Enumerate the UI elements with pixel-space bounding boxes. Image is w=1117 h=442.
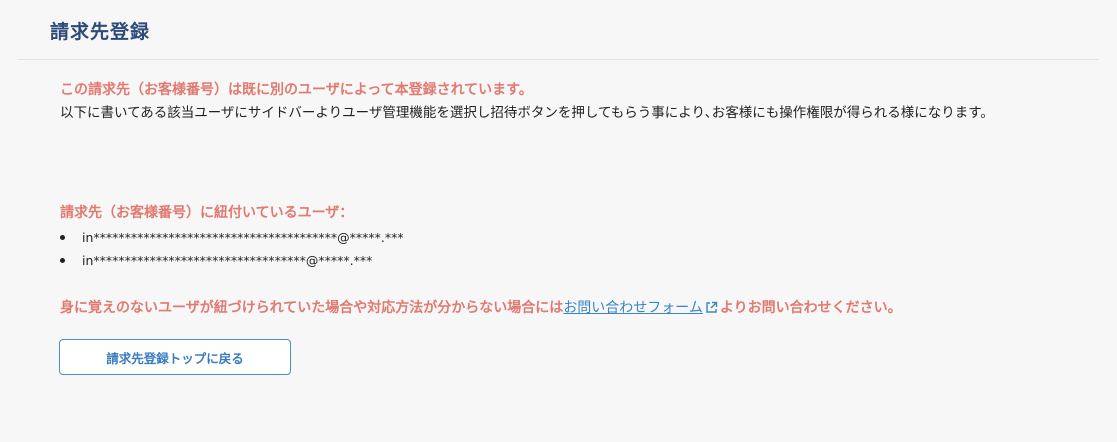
page-title: 請求先登録 xyxy=(50,21,151,43)
external-link-icon[interactable] xyxy=(705,301,718,318)
notice-text-before: 身に覚えのないユーザが紐づけられていた場合や対応方法が分からない場合には xyxy=(60,300,564,316)
linked-users-list: in**************************************… xyxy=(60,226,404,272)
user-email: in**************************************… xyxy=(82,230,404,245)
page: 請求先登録 この請求先（お客様番号）は既に別のユーザによって本登録されています。… xyxy=(0,0,1117,442)
already-registered-warning: この請求先（お客様番号）は既に別のユーザによって本登録されています。 xyxy=(60,82,533,98)
back-to-billing-top-button[interactable]: 請求先登録トップに戻る xyxy=(59,339,291,375)
message-block: この請求先（お客様番号）は既に別のユーザによって本登録されています。 以下に書い… xyxy=(60,80,1060,125)
linked-users-heading: 請求先（お客様番号）に紐付いているユーザ： xyxy=(60,205,354,221)
list-item: in**********************************@***… xyxy=(60,249,404,272)
contact-form-link-label: お問い合わせフォーム xyxy=(563,300,703,316)
notice-text-after: よりお問い合わせください。 xyxy=(719,300,902,316)
user-email: in**********************************@***… xyxy=(82,253,373,268)
page-header: 請求先登録 xyxy=(18,0,1099,60)
list-item: in**************************************… xyxy=(60,226,404,249)
instruction-text: 以下に書いてある該当ユーザにサイドバーよりユーザ管理機能を選択し招待ボタンを押し… xyxy=(60,105,994,121)
bullet-icon xyxy=(60,235,65,240)
contact-notice: 身に覚えのないユーザが紐づけられていた場合や対応方法が分からない場合にはお問い合… xyxy=(60,297,902,318)
bullet-icon xyxy=(60,258,65,263)
contact-form-link[interactable]: お問い合わせフォーム xyxy=(563,300,703,316)
